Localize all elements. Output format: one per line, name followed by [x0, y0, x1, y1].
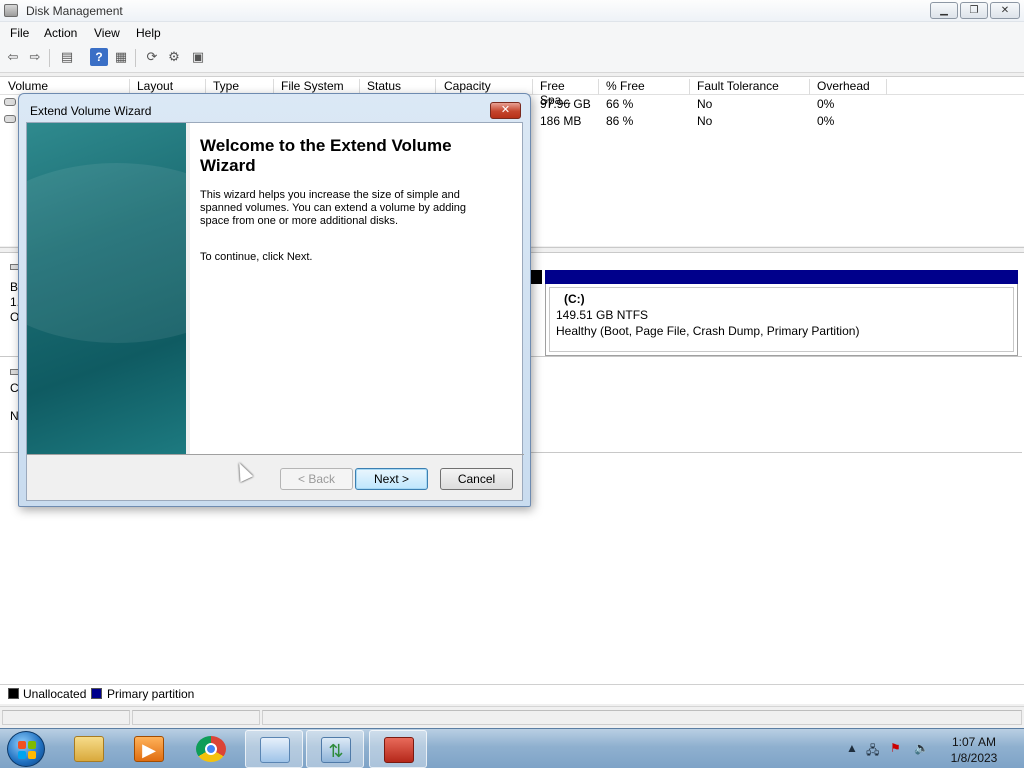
rescan-disks-icon[interactable]: ▣	[189, 48, 207, 66]
row1-free-space: 97.96 GB	[540, 97, 591, 111]
volume-drive-icon	[4, 98, 16, 106]
taskbar-media-player[interactable]: ▶	[120, 730, 178, 768]
media-player-icon: ▶	[134, 736, 164, 762]
partition-size: 149.51 GB NTFS	[556, 308, 649, 322]
row1-overhead: 0%	[817, 97, 835, 111]
primary-partition-swatch	[91, 688, 102, 699]
window-controls: ▁ ❐ ✕	[930, 2, 1020, 19]
back-arrow-icon[interactable]: ⇦	[4, 48, 22, 66]
volume-drive-icon	[4, 115, 16, 123]
toolbar: ⇦ ⇨ ▤ ? ▦ ⟳ ⚙ ▣	[0, 43, 1024, 73]
folder-icon	[74, 736, 104, 762]
column-percent-free[interactable]: % Free	[600, 79, 690, 95]
clock-date: 1/8/2023	[950, 751, 998, 765]
volume-icon[interactable]: 🔈	[914, 741, 929, 755]
taskbar-disk-management[interactable]	[369, 730, 427, 768]
minimize-button[interactable]: ▁	[930, 2, 958, 19]
clock-time: 1:07 AM	[951, 735, 997, 749]
back-button[interactable]: < Back	[280, 468, 353, 490]
wizard-continue-text: To continue, click Next.	[200, 251, 313, 263]
menu-view[interactable]: View	[94, 26, 120, 40]
windows-logo-icon	[18, 741, 36, 759]
taskbar-network[interactable]: ⇅	[306, 730, 364, 768]
status-segment	[262, 710, 1022, 725]
action-center-icon[interactable]: ⚑	[890, 741, 901, 755]
disk-0-label: B	[10, 280, 19, 294]
column-overhead[interactable]: Overhead	[811, 79, 887, 95]
wizard-heading: Welcome to the Extend Volume Wizard	[200, 136, 452, 175]
wizard-content: Welcome to the Extend Volume Wizard This…	[190, 123, 522, 454]
help-icon[interactable]: ?	[90, 48, 108, 66]
taskbar-chrome[interactable]	[182, 730, 240, 768]
row2-free-space: 186 MB	[540, 114, 582, 128]
row2-percent-free: 86 %	[606, 114, 634, 128]
network-icon: ⇅	[321, 737, 351, 763]
wizard-side-banner	[27, 123, 186, 454]
row1-percent-free: 66 %	[606, 97, 634, 111]
column-free-space[interactable]: Free Spa...	[534, 79, 599, 107]
dialog-body: Welcome to the Extend Volume Wizard This…	[26, 122, 524, 501]
wizard-description: This wizard helps you increase the size …	[200, 189, 467, 227]
unallocated-swatch	[8, 688, 19, 699]
next-button[interactable]: Next >	[355, 468, 428, 490]
maximize-button[interactable]: ❐	[960, 2, 988, 19]
column-fault-tolerance[interactable]: Fault Tolerance	[691, 79, 810, 95]
menu-file[interactable]: File	[10, 26, 29, 40]
network-tray-icon[interactable]: 🖧	[866, 741, 879, 762]
control-panel-icon	[260, 737, 290, 763]
toolbar-separator	[49, 49, 50, 67]
partition-c[interactable]: (C:) 149.51 GB NTFS Healthy (Boot, Page …	[545, 284, 1018, 356]
unallocated-bar	[530, 270, 542, 284]
legend-primary-partition: Primary partition	[107, 687, 195, 701]
status-segment	[2, 710, 130, 725]
status-segment	[132, 710, 260, 725]
extend-volume-wizard-dialog: Extend Volume Wizard ✕ Welcome to the Ex…	[18, 93, 531, 507]
dialog-divider	[27, 454, 524, 455]
chrome-icon	[196, 736, 226, 762]
start-button[interactable]	[7, 731, 45, 767]
menu-bar: File Action View Help	[0, 22, 1024, 43]
properties-icon[interactable]: ▦	[112, 48, 130, 66]
clock[interactable]: 1:07 AM 1/8/2023	[940, 734, 1008, 766]
legend: Unallocated Primary partition	[0, 684, 1024, 704]
dialog-title: Extend Volume Wizard	[30, 104, 152, 118]
forward-arrow-icon[interactable]: ⇨	[26, 48, 44, 66]
cancel-button[interactable]: Cancel	[440, 468, 513, 490]
partition-status: Healthy (Boot, Page File, Crash Dump, Pr…	[556, 324, 860, 338]
primary-partition-bar	[545, 270, 1018, 284]
dialog-close-button[interactable]: ✕	[490, 102, 521, 119]
window-title: Disk Management	[26, 4, 123, 18]
refresh-icon[interactable]: ⟳	[143, 48, 161, 66]
menu-action[interactable]: Action	[44, 26, 77, 40]
show-hide-tree-icon[interactable]: ▤	[58, 48, 76, 66]
disk-management-icon	[4, 4, 18, 17]
partition-c-details: (C:) 149.51 GB NTFS Healthy (Boot, Page …	[549, 287, 1014, 352]
row2-overhead: 0%	[817, 114, 835, 128]
show-hidden-icons-icon[interactable]: ▲	[846, 741, 858, 755]
disk-properties-icon[interactable]: ⚙	[165, 48, 183, 66]
row1-fault-tolerance: No	[697, 97, 713, 111]
taskbar-control-panel[interactable]	[245, 730, 303, 768]
toolbar-separator	[135, 49, 136, 67]
taskbar-explorer[interactable]	[60, 730, 118, 768]
menu-help[interactable]: Help	[136, 26, 161, 40]
legend-unallocated: Unallocated	[23, 687, 87, 701]
taskbar: ▶ ⇅ ▲ 🖧 ⚑ 🔈 1:07 AM 1/8/2023	[0, 728, 1024, 768]
toolbox-icon	[384, 737, 414, 763]
window-titlebar: Disk Management ▁ ❐ ✕	[0, 0, 1024, 22]
row2-fault-tolerance: No	[697, 114, 713, 128]
close-button[interactable]: ✕	[990, 2, 1020, 19]
status-bar	[0, 706, 1024, 728]
partition-letter: (C:)	[564, 292, 585, 306]
